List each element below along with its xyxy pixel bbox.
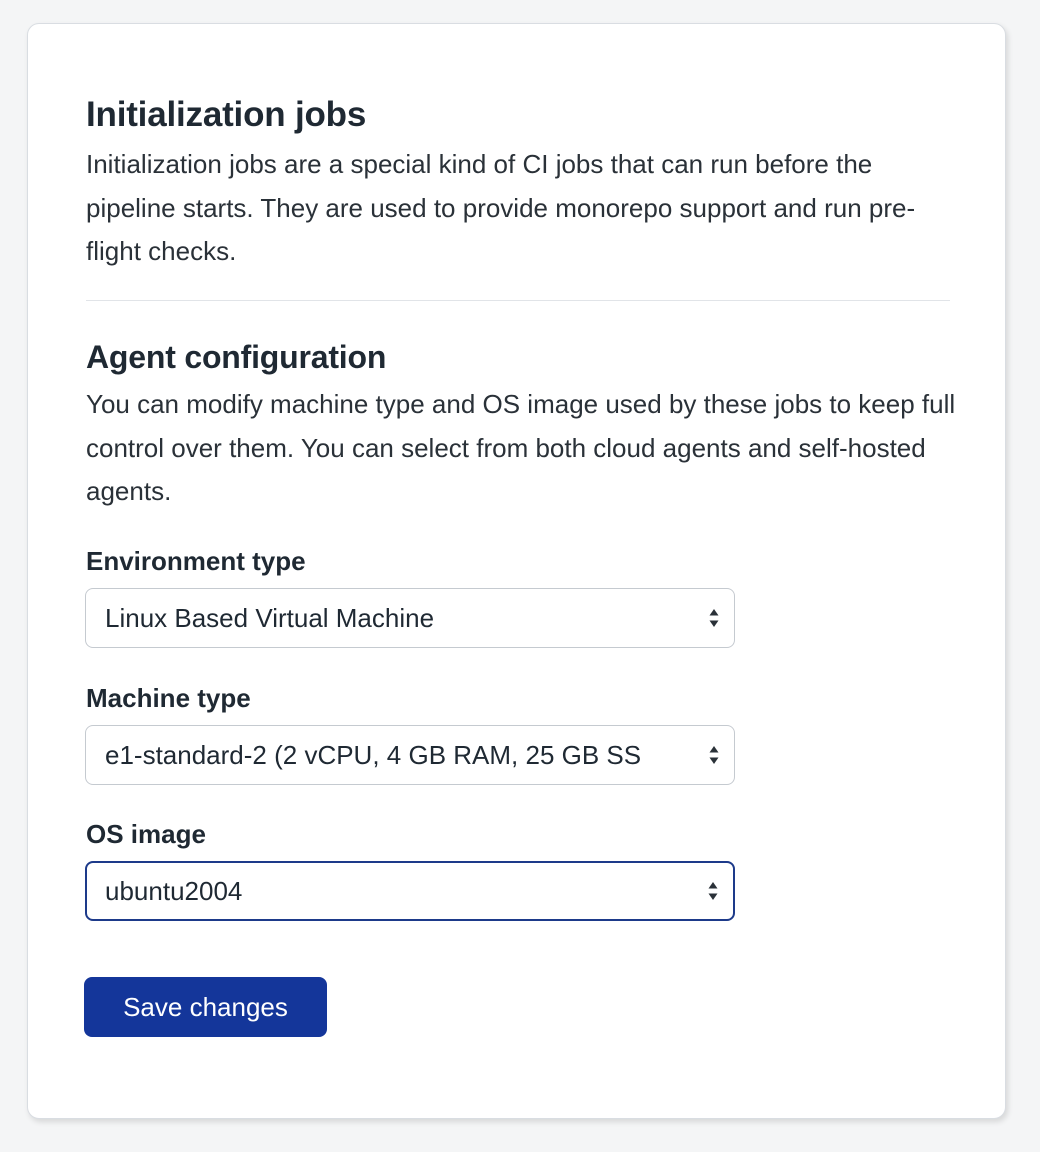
save-changes-button[interactable]: Save changes [84,977,327,1037]
machine-type-select[interactable]: e1-standard-2 (2 vCPU, 4 GB RAM, 25 GB S… [85,725,735,785]
initialization-jobs-card: Initialization jobs Initialization jobs … [27,23,1006,1119]
agent-configuration-title: Agent configuration [86,339,387,375]
os-image-value: ubuntu2004 [105,876,243,906]
machine-type-value: e1-standard-2 (2 vCPU, 4 GB RAM, 25 GB S… [105,740,642,770]
environment-type-select[interactable]: Linux Based Virtual Machine [85,588,735,648]
chevron-up-down-icon [708,744,720,766]
initialization-jobs-description: Initialization jobs are a special kind o… [86,149,916,266]
os-image-select[interactable]: ubuntu2004 [85,861,735,921]
section-divider [86,300,950,301]
chevron-up-down-icon [707,880,719,902]
environment-type-value: Linux Based Virtual Machine [105,603,435,633]
agent-configuration-description: You can modify machine type and OS image… [86,389,956,506]
chevron-up-down-icon [708,607,720,629]
os-image-label: OS image [86,819,206,849]
initialization-jobs-title: Initialization jobs [86,95,367,134]
environment-type-label: Environment type [86,546,306,576]
machine-type-label: Machine type [86,683,251,713]
